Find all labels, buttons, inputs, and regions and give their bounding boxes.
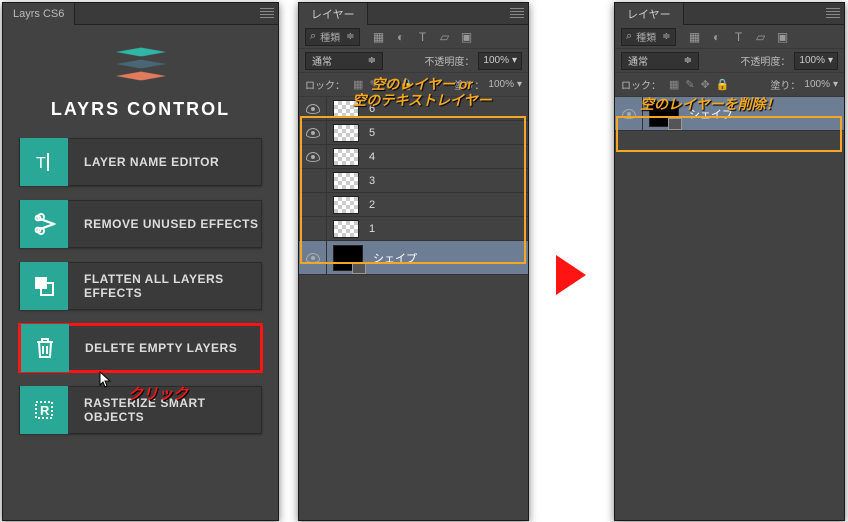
button-label: DELETE EMPTY LAYERS: [69, 341, 237, 355]
visibility-toggle[interactable]: [615, 97, 643, 130]
flatten-all-layers-effects-button[interactable]: FLATTEN ALL LAYERS EFFECTS: [19, 262, 262, 310]
kind-filter-dropdown[interactable]: ⌕種類≑: [305, 28, 360, 46]
flatten-icon: [20, 262, 68, 310]
smart-filter-icon: ▣: [776, 30, 790, 44]
blend-opacity-row: 通常≑ 不透明度： 100%▾: [299, 49, 528, 73]
text-cursor-icon: T: [20, 138, 68, 186]
layer-row-shape[interactable]: シェイプ: [299, 241, 528, 275]
panel-tab-bar: Layrs CS6: [3, 3, 278, 25]
layer-row[interactable]: 3: [299, 169, 528, 193]
eye-icon: [306, 253, 320, 263]
logo-area: LAYRS CONTROL: [3, 25, 278, 130]
adjustment-filter-icon: ◐: [710, 30, 724, 44]
panel-tab-layers[interactable]: レイヤー: [299, 3, 368, 25]
arrow-right-icon: [556, 255, 586, 295]
opacity-value[interactable]: 100%▾: [478, 52, 522, 70]
layer-name: 5: [369, 127, 375, 139]
lock-image-icon: ✎: [685, 78, 694, 91]
layer-thumbnail: [333, 148, 359, 166]
panel-tab-layrs[interactable]: Layrs CS6: [3, 3, 75, 25]
lock-icons-group[interactable]: ▦ ✎ ✥ 🔒: [669, 78, 730, 91]
filter-type-icons[interactable]: ▦ ◐ T ▱ ▣: [688, 30, 790, 44]
layer-name: 4: [369, 151, 375, 163]
layer-name: シェイプ: [373, 250, 417, 266]
flyout-menu-icon[interactable]: [510, 7, 524, 19]
layer-name: 1: [369, 223, 375, 235]
visibility-toggle[interactable]: [299, 241, 327, 274]
layrs-control-panel: ▸▸ Layrs CS6 LAYRS CONTROL T LAYER NAME …: [2, 2, 279, 521]
svg-text:T: T: [36, 155, 46, 172]
flyout-menu-icon[interactable]: [260, 7, 274, 19]
layer-thumbnail: [333, 124, 359, 142]
fill-label: 塗り：: [770, 77, 800, 92]
layer-name-editor-button[interactable]: T LAYER NAME EDITOR: [19, 138, 262, 186]
callout-deleted: 空のレイヤーを削除！: [640, 94, 780, 114]
blend-mode-dropdown[interactable]: 通常≑: [305, 52, 383, 70]
visibility-toggle[interactable]: [299, 193, 327, 216]
layer-thumbnail: [333, 220, 359, 238]
layer-name: 2: [369, 199, 375, 211]
layer-list: 6 5 4 3 2 1 シェイプ: [299, 97, 528, 275]
kind-filter-dropdown[interactable]: ⌕種類≑: [621, 28, 676, 46]
callout-empty-layers: 空のレイヤー or空のテキストレイヤー: [322, 76, 522, 108]
layer-row[interactable]: 5: [299, 121, 528, 145]
layer-thumbnail: [333, 172, 359, 190]
search-icon: ⌕: [310, 30, 316, 43]
rasterize-icon: R: [20, 386, 68, 434]
layer-row[interactable]: 4: [299, 145, 528, 169]
visibility-toggle[interactable]: [299, 121, 327, 144]
filter-type-icons[interactable]: ▦ ◐ T ▱ ▣: [372, 30, 474, 44]
eye-icon: [306, 128, 320, 138]
panel-tab-bar: レイヤー: [615, 3, 844, 25]
smart-filter-icon: ▣: [460, 30, 474, 44]
panel-tab-layers[interactable]: レイヤー: [615, 3, 684, 25]
visibility-toggle[interactable]: [299, 217, 327, 240]
type-filter-icon: T: [416, 30, 430, 44]
panel-tab-bar: レイヤー: [299, 3, 528, 25]
tool-button-list: T LAYER NAME EDITOR REMOVE UNUSED EFFECT…: [3, 130, 278, 456]
lock-all-icon: 🔒: [716, 78, 730, 91]
filter-row: ⌕種類≑ ▦ ◐ T ▱ ▣: [299, 25, 528, 49]
layer-row[interactable]: 2: [299, 193, 528, 217]
layrs-logo-icon: [114, 43, 168, 87]
opacity-value[interactable]: 100%▾: [794, 52, 838, 70]
remove-unused-effects-button[interactable]: REMOVE UNUSED EFFECTS: [19, 200, 262, 248]
filter-row: ⌕種類≑ ▦ ◐ T ▱ ▣: [615, 25, 844, 49]
adjustment-filter-icon: ◐: [394, 30, 408, 44]
opacity-label: 不透明度：: [424, 53, 474, 68]
button-label: FLATTEN ALL LAYERS EFFECTS: [68, 272, 261, 300]
delete-empty-layers-button[interactable]: DELETE EMPTY LAYERS: [19, 324, 262, 372]
flyout-menu-icon[interactable]: [826, 7, 840, 19]
layer-thumbnail: [333, 196, 359, 214]
shape-filter-icon: ▱: [438, 30, 452, 44]
lock-transparency-icon: ▦: [669, 78, 679, 91]
svg-text:R: R: [40, 403, 50, 418]
type-filter-icon: T: [732, 30, 746, 44]
trash-icon: [21, 324, 69, 372]
logo-title: LAYRS CONTROL: [3, 99, 278, 120]
pixel-filter-icon: ▦: [372, 30, 386, 44]
eye-icon: [306, 104, 320, 114]
pixel-filter-icon: ▦: [688, 30, 702, 44]
shape-filter-icon: ▱: [754, 30, 768, 44]
layer-name: 3: [369, 175, 375, 187]
layers-panel-after: レイヤー ⌕種類≑ ▦ ◐ T ▱ ▣ 通常≑ 不透明度： 100%▾ ロック： ▦ ✎ ✥…: [614, 2, 845, 521]
layer-thumbnail: [333, 245, 363, 271]
lock-label: ロック：: [621, 77, 661, 92]
visibility-toggle[interactable]: [299, 169, 327, 192]
button-label: REMOVE UNUSED EFFECTS: [68, 217, 259, 231]
visibility-toggle[interactable]: [299, 145, 327, 168]
fill-value[interactable]: 100%▾: [804, 79, 838, 90]
search-icon: ⌕: [626, 30, 632, 43]
opacity-label: 不透明度：: [740, 53, 790, 68]
layer-row[interactable]: 1: [299, 217, 528, 241]
scissors-icon: [20, 200, 68, 248]
click-annotation: クリック: [128, 383, 188, 404]
lock-position-icon: ✥: [701, 78, 710, 91]
eye-icon: [622, 109, 636, 119]
blend-mode-dropdown[interactable]: 通常≑: [621, 52, 699, 70]
button-label: LAYER NAME EDITOR: [68, 155, 219, 169]
eye-icon: [306, 152, 320, 162]
blend-opacity-row: 通常≑ 不透明度： 100%▾: [615, 49, 844, 73]
